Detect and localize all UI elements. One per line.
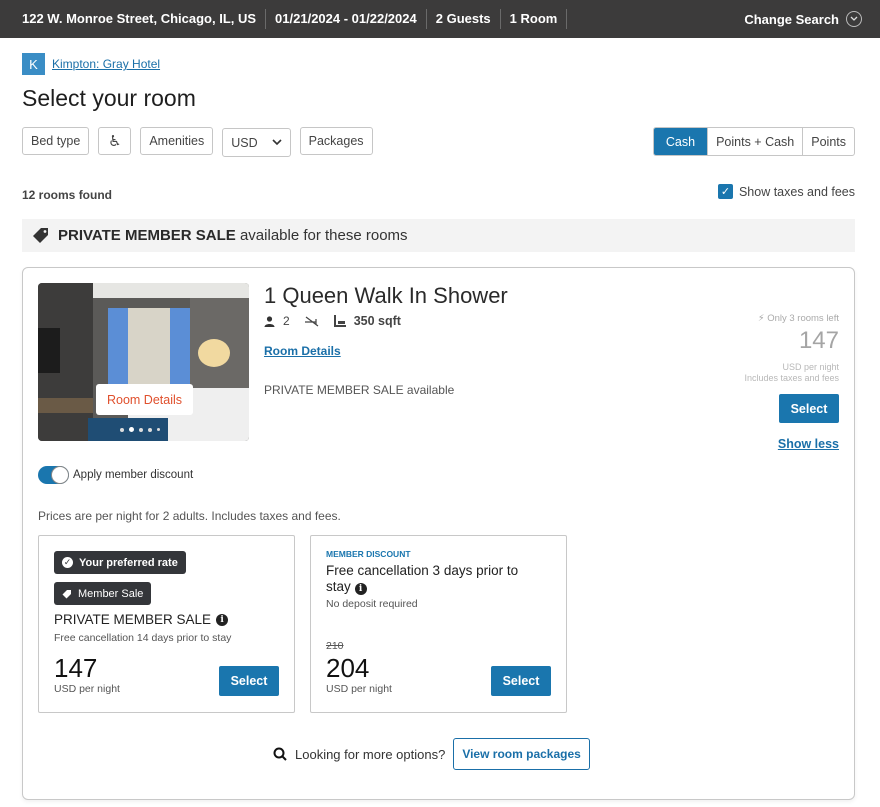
lightning-icon: ⚡ bbox=[757, 313, 765, 324]
room-size-icon bbox=[333, 315, 346, 327]
room-sale-note: PRIVATE MEMBER SALE available bbox=[264, 383, 455, 397]
original-price: 210 bbox=[326, 640, 344, 652]
currency-select[interactable]: USD bbox=[222, 128, 291, 157]
rate-card-member-discount: MEMBER DISCOUNT Free cancellation 3 days… bbox=[310, 535, 567, 713]
room-features: 2 350 sqft bbox=[264, 314, 401, 328]
rate-cancellation: Free cancellation 14 days prior to stay bbox=[54, 632, 232, 644]
rate-select-button[interactable]: Select bbox=[491, 666, 551, 696]
room-price: 147 bbox=[798, 327, 839, 354]
tab-cash[interactable]: Cash bbox=[653, 128, 708, 155]
member-discount-label: Apply member discount bbox=[73, 469, 194, 481]
rate-unit: USD per night bbox=[54, 683, 120, 695]
tag-icon bbox=[33, 227, 48, 243]
rate-price: 147 bbox=[54, 653, 98, 683]
rate-select-button[interactable]: Select bbox=[219, 666, 279, 696]
currency-value: USD bbox=[231, 135, 258, 150]
show-taxes-label: Show taxes and fees bbox=[738, 184, 855, 199]
view-room-packages-button[interactable]: View room packages bbox=[453, 738, 590, 770]
filter-bar: Bed type ♿ Amenities USD Packages bbox=[22, 127, 373, 157]
room-photo-carousel[interactable]: Room Details bbox=[38, 283, 249, 441]
rate-card-member-sale: ✓ Your preferred rate Member Sale PRIVAT… bbox=[38, 535, 295, 713]
price-tax-note: Includes taxes and fees bbox=[744, 373, 839, 383]
availability-note: ⚡ Only 3 rooms left bbox=[757, 313, 839, 324]
prices-note: Prices are per night for 2 adults. Inclu… bbox=[38, 509, 341, 523]
page-title: Select your room bbox=[22, 85, 196, 111]
no-smoking-icon bbox=[304, 316, 319, 326]
sale-banner-text: available for these rooms bbox=[239, 227, 408, 244]
dates-text: 01/21/2024 - 01/22/2024 bbox=[266, 9, 427, 29]
member-discount-label: MEMBER DISCOUNT bbox=[326, 549, 411, 559]
member-discount-toggle-row: Apply member discount bbox=[38, 466, 193, 484]
rate-price: 204 bbox=[326, 653, 370, 683]
carousel-dot[interactable] bbox=[148, 427, 152, 432]
carousel-dot[interactable] bbox=[139, 427, 143, 432]
rate-title: PRIVATE MEMBER SALE i bbox=[54, 612, 229, 627]
check-circle-icon: ✓ bbox=[62, 557, 73, 568]
carousel-dot[interactable] bbox=[157, 428, 160, 431]
member-sale-badge: Member Sale bbox=[54, 582, 152, 605]
bed-type-filter[interactable]: Bed type bbox=[22, 127, 90, 155]
more-options-row: Looking for more options? View room pack… bbox=[273, 738, 590, 770]
sale-banner-bold: PRIVATE MEMBER SALE bbox=[58, 227, 236, 244]
wheelchair-icon: ♿ bbox=[108, 133, 122, 150]
tab-points-cash[interactable]: Points + Cash bbox=[707, 128, 802, 155]
change-search-button[interactable]: Change Search bbox=[744, 0, 862, 38]
search-icon bbox=[273, 747, 287, 761]
room-price-summary: ⚡ Only 3 rooms left 147 USD per night Inc… bbox=[689, 313, 839, 451]
rate-unit: USD per night bbox=[326, 683, 392, 695]
info-icon[interactable]: i bbox=[216, 613, 229, 626]
occupancy-count: 2 bbox=[283, 314, 290, 328]
rate-deposit-note: No deposit required bbox=[326, 598, 418, 610]
person-icon bbox=[264, 315, 275, 327]
payment-type-toggle: Cash Points + Cash Points bbox=[652, 127, 855, 156]
hotel-logo: K bbox=[22, 53, 45, 75]
hotel-brand: K Kimpton: Gray Hotel bbox=[22, 53, 160, 75]
room-details-link[interactable]: Room Details bbox=[264, 344, 341, 358]
rooms-found-count: 12 rooms found bbox=[22, 188, 113, 202]
member-sale-banner: PRIVATE MEMBER SALE available for these … bbox=[22, 219, 855, 252]
search-summary-bar: 122 W. Monroe Street, Chicago, IL, US 01… bbox=[0, 0, 880, 38]
carousel-dot-active[interactable] bbox=[129, 427, 134, 432]
hotel-name-link[interactable]: Kimpton: Gray Hotel bbox=[52, 57, 160, 71]
room-size: 350 sqft bbox=[353, 314, 401, 328]
packages-filter[interactable]: Packages bbox=[299, 127, 373, 155]
tab-points[interactable]: Points bbox=[802, 128, 854, 155]
rooms-text: 1 Room bbox=[501, 9, 568, 29]
room-card: Room Details 1 Queen Walk In Shower 2 35… bbox=[22, 267, 855, 800]
show-less-link[interactable]: Show less bbox=[689, 437, 839, 451]
checkbox-checked-icon[interactable]: ✓ bbox=[717, 184, 733, 199]
photo-room-details-button[interactable]: Room Details bbox=[96, 384, 193, 415]
accessibility-filter[interactable]: ♿ bbox=[98, 127, 132, 155]
change-search-label: Change Search bbox=[744, 11, 839, 27]
tag-icon bbox=[62, 589, 71, 598]
carousel-dots[interactable] bbox=[120, 427, 160, 432]
chevron-down-icon bbox=[272, 139, 282, 146]
more-options-text: Looking for more options? bbox=[295, 746, 446, 762]
show-taxes-toggle[interactable]: ✓ Show taxes and fees bbox=[717, 184, 855, 199]
carousel-dot[interactable] bbox=[120, 427, 124, 432]
member-discount-switch[interactable] bbox=[38, 466, 69, 484]
room-name: 1 Queen Walk In Shower bbox=[264, 283, 508, 308]
amenities-filter[interactable]: Amenities bbox=[140, 127, 214, 155]
info-icon[interactable]: i bbox=[354, 583, 367, 595]
rate-title: Free cancellation 3 days prior to stay i bbox=[326, 563, 519, 595]
price-unit: USD per night bbox=[782, 362, 839, 372]
room-select-button[interactable]: Select bbox=[779, 394, 839, 423]
guests-text: 2 Guests bbox=[427, 9, 501, 29]
preferred-rate-badge: ✓ Your preferred rate bbox=[54, 551, 186, 574]
location-text: 122 W. Monroe Street, Chicago, IL, US bbox=[0, 9, 267, 29]
chevron-down-icon bbox=[846, 11, 862, 27]
